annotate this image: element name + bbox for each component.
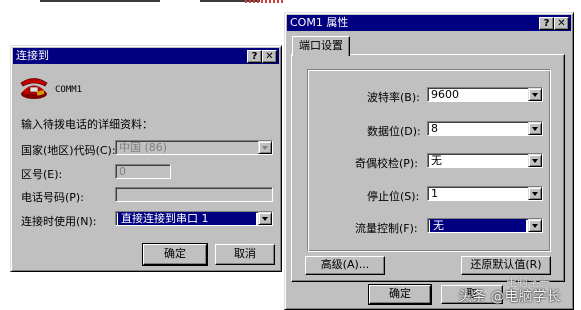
area-code-label: 区号(E): xyxy=(21,168,63,181)
parity-select[interactable]: 无 xyxy=(427,153,543,168)
chevron-down-icon[interactable] xyxy=(528,187,542,200)
chevron-down-icon[interactable] xyxy=(258,212,272,225)
country-code-label: 国家(地区)代码(C): xyxy=(21,144,116,157)
data-bits-label: 数据位(D): xyxy=(367,125,421,138)
chevron-down-icon[interactable] xyxy=(528,219,542,232)
tab-port-settings[interactable]: 端口设置 xyxy=(292,36,350,56)
connect-to-dialog: 连接到 ? ✕ COMM1 输入待拨电话的详细资料： 国家(地区)代码(C): … xyxy=(10,45,282,272)
chevron-down-icon xyxy=(258,141,272,154)
connect-dialog-titlebar[interactable]: 连接到 ? ✕ xyxy=(13,48,279,64)
properties-dialog-titlebar[interactable]: COM1 属性 ? ✕ xyxy=(287,15,571,31)
ok-button[interactable]: 确定 xyxy=(142,243,208,266)
flow-control-select[interactable]: 无 xyxy=(427,218,543,233)
artifact-line xyxy=(40,0,160,2)
phone-number-label: 电话号码(P): xyxy=(21,191,84,204)
artifact-squiggle xyxy=(245,0,283,3)
chevron-down-icon[interactable] xyxy=(528,122,542,135)
top-edge-artifact xyxy=(0,0,581,6)
chevron-down-icon[interactable] xyxy=(528,88,542,101)
flow-control-label: 流量控制(F): xyxy=(355,222,418,235)
dial-details-prompt: 输入待拨电话的详细资料： xyxy=(21,118,153,131)
restore-defaults-button[interactable]: 还原默认值(R) xyxy=(461,256,551,275)
parity-value: 无 xyxy=(431,154,442,167)
stop-bits-select[interactable]: 1 xyxy=(427,186,543,201)
data-bits-select[interactable]: 8 xyxy=(427,121,543,136)
help-button[interactable]: ? xyxy=(247,50,262,63)
advanced-button[interactable]: 高级(A)... xyxy=(305,256,385,275)
stop-bits-value: 1 xyxy=(431,187,438,200)
watermark: 头条 @电脑学长 xyxy=(458,289,561,305)
area-code-field: 0 xyxy=(115,164,171,179)
com1-properties-dialog: COM1 属性 ? ✕ 端口设置 波特率(B): 9600 数据位(D): 8 … xyxy=(284,12,574,310)
baud-rate-value: 9600 xyxy=(431,88,459,101)
ok-button[interactable]: 确定 xyxy=(368,284,432,305)
connect-dialog-title: 连接到 xyxy=(16,49,49,62)
connect-using-select[interactable]: 直接连接到串口 1 xyxy=(115,211,273,226)
baud-rate-label: 波特率(B): xyxy=(367,91,420,104)
connection-name: COMM1 xyxy=(55,85,83,95)
country-code-select: 中国 (86) xyxy=(115,140,273,155)
stop-bits-label: 停止位(S): xyxy=(367,190,420,203)
country-code-value: 中国 (86) xyxy=(119,141,168,154)
cancel-button[interactable]: 取消 xyxy=(215,244,275,265)
parity-label: 奇偶校检(P): xyxy=(355,157,418,170)
properties-dialog-title: COM1 属性 xyxy=(290,16,349,29)
close-button[interactable]: ✕ xyxy=(554,17,569,30)
phone-number-field xyxy=(115,187,273,202)
flow-control-value: 无 xyxy=(430,219,526,232)
connect-using-label: 连接时使用(N): xyxy=(21,215,97,228)
phone-icon xyxy=(20,78,48,99)
area-code-value: 0 xyxy=(119,165,126,178)
connect-using-value: 直接连接到串口 1 xyxy=(118,212,256,225)
data-bits-value: 8 xyxy=(431,122,438,135)
chevron-down-icon[interactable] xyxy=(528,154,542,167)
help-button[interactable]: ? xyxy=(539,17,554,30)
close-button[interactable]: ✕ xyxy=(262,50,277,63)
baud-rate-select[interactable]: 9600 xyxy=(427,87,543,102)
